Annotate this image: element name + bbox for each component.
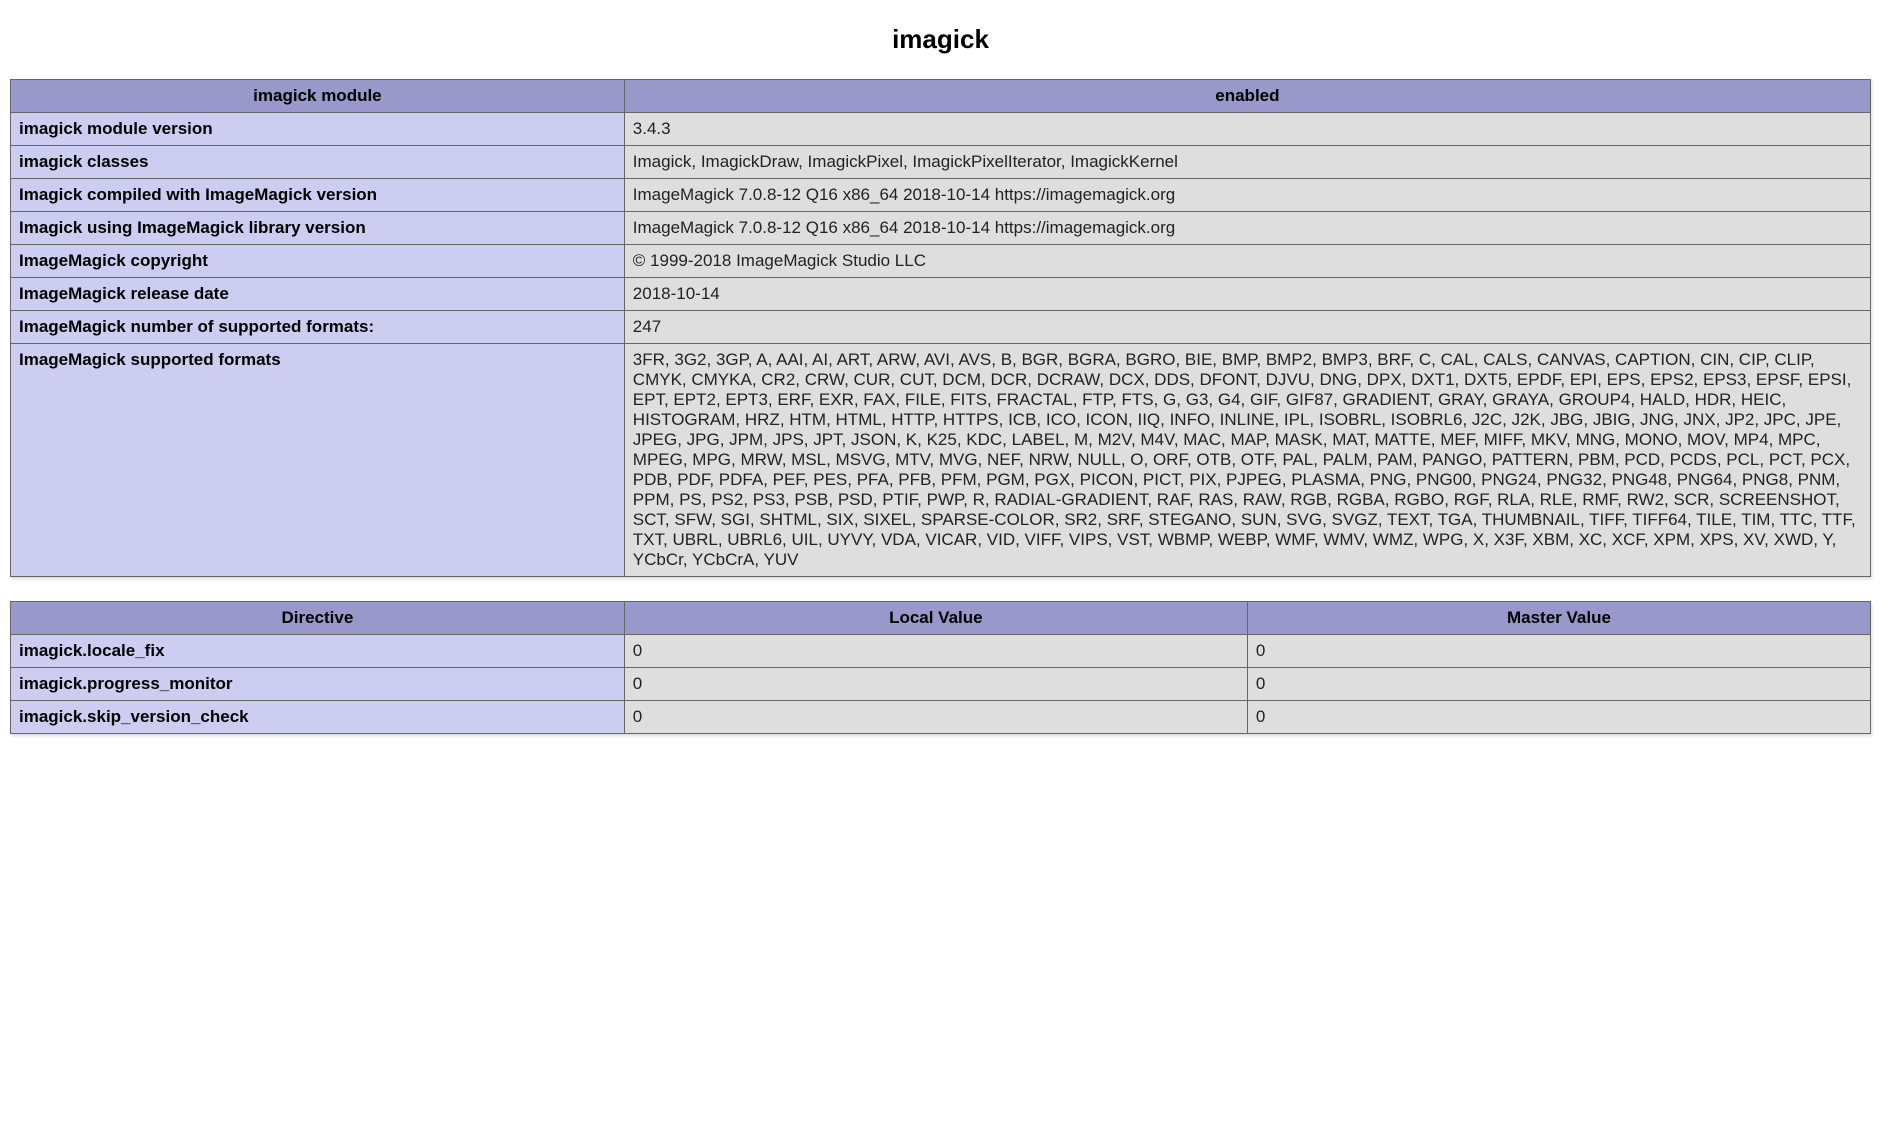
table-row: ImageMagick number of supported formats:… bbox=[11, 311, 1871, 344]
master-value: 0 bbox=[1247, 701, 1870, 734]
directive-table-header-row: Directive Local Value Master Value bbox=[11, 602, 1871, 635]
table-row: imagick module version 3.4.3 bbox=[11, 113, 1871, 146]
info-key: imagick module version bbox=[11, 113, 625, 146]
info-value: 3.4.3 bbox=[624, 113, 1870, 146]
info-key: imagick classes bbox=[11, 146, 625, 179]
info-key: ImageMagick number of supported formats: bbox=[11, 311, 625, 344]
info-value: © 1999-2018 ImageMagick Studio LLC bbox=[624, 245, 1870, 278]
info-key: ImageMagick release date bbox=[11, 278, 625, 311]
directive-key: imagick.progress_monitor bbox=[11, 668, 625, 701]
info-key: ImageMagick supported formats bbox=[11, 344, 625, 577]
section-title: imagick bbox=[10, 24, 1871, 55]
table-row: ImageMagick supported formats 3FR, 3G2, … bbox=[11, 344, 1871, 577]
table-row: Imagick compiled with ImageMagick versio… bbox=[11, 179, 1871, 212]
table-row: imagick classes Imagick, ImagickDraw, Im… bbox=[11, 146, 1871, 179]
info-table-header-row: imagick module enabled bbox=[11, 80, 1871, 113]
info-value: ImageMagick 7.0.8-12 Q16 x86_64 2018-10-… bbox=[624, 179, 1870, 212]
directive-header: Directive bbox=[11, 602, 625, 635]
info-value: Imagick, ImagickDraw, ImagickPixel, Imag… bbox=[624, 146, 1870, 179]
local-value: 0 bbox=[624, 701, 1247, 734]
table-row: imagick.progress_monitor 0 0 bbox=[11, 668, 1871, 701]
info-value: 3FR, 3G2, 3GP, A, AAI, AI, ART, ARW, AVI… bbox=[624, 344, 1870, 577]
info-table: imagick module enabled imagick module ve… bbox=[10, 79, 1871, 577]
directive-key: imagick.skip_version_check bbox=[11, 701, 625, 734]
info-value: 247 bbox=[624, 311, 1870, 344]
table-row: Imagick using ImageMagick library versio… bbox=[11, 212, 1871, 245]
info-key: Imagick compiled with ImageMagick versio… bbox=[11, 179, 625, 212]
info-value: 2018-10-14 bbox=[624, 278, 1870, 311]
info-table-header-left: imagick module bbox=[11, 80, 625, 113]
local-value-header: Local Value bbox=[624, 602, 1247, 635]
table-row: imagick.skip_version_check 0 0 bbox=[11, 701, 1871, 734]
directive-key: imagick.locale_fix bbox=[11, 635, 625, 668]
info-key: ImageMagick copyright bbox=[11, 245, 625, 278]
table-row: ImageMagick release date 2018-10-14 bbox=[11, 278, 1871, 311]
directive-table-body: imagick.locale_fix 0 0 imagick.progress_… bbox=[11, 635, 1871, 734]
master-value: 0 bbox=[1247, 635, 1870, 668]
info-table-header-right: enabled bbox=[624, 80, 1870, 113]
table-row: ImageMagick copyright © 1999-2018 ImageM… bbox=[11, 245, 1871, 278]
info-table-body: imagick module version 3.4.3 imagick cla… bbox=[11, 113, 1871, 577]
info-key: Imagick using ImageMagick library versio… bbox=[11, 212, 625, 245]
local-value: 0 bbox=[624, 635, 1247, 668]
master-value-header: Master Value bbox=[1247, 602, 1870, 635]
local-value: 0 bbox=[624, 668, 1247, 701]
master-value: 0 bbox=[1247, 668, 1870, 701]
table-row: imagick.locale_fix 0 0 bbox=[11, 635, 1871, 668]
info-value: ImageMagick 7.0.8-12 Q16 x86_64 2018-10-… bbox=[624, 212, 1870, 245]
directive-table: Directive Local Value Master Value imagi… bbox=[10, 601, 1871, 734]
